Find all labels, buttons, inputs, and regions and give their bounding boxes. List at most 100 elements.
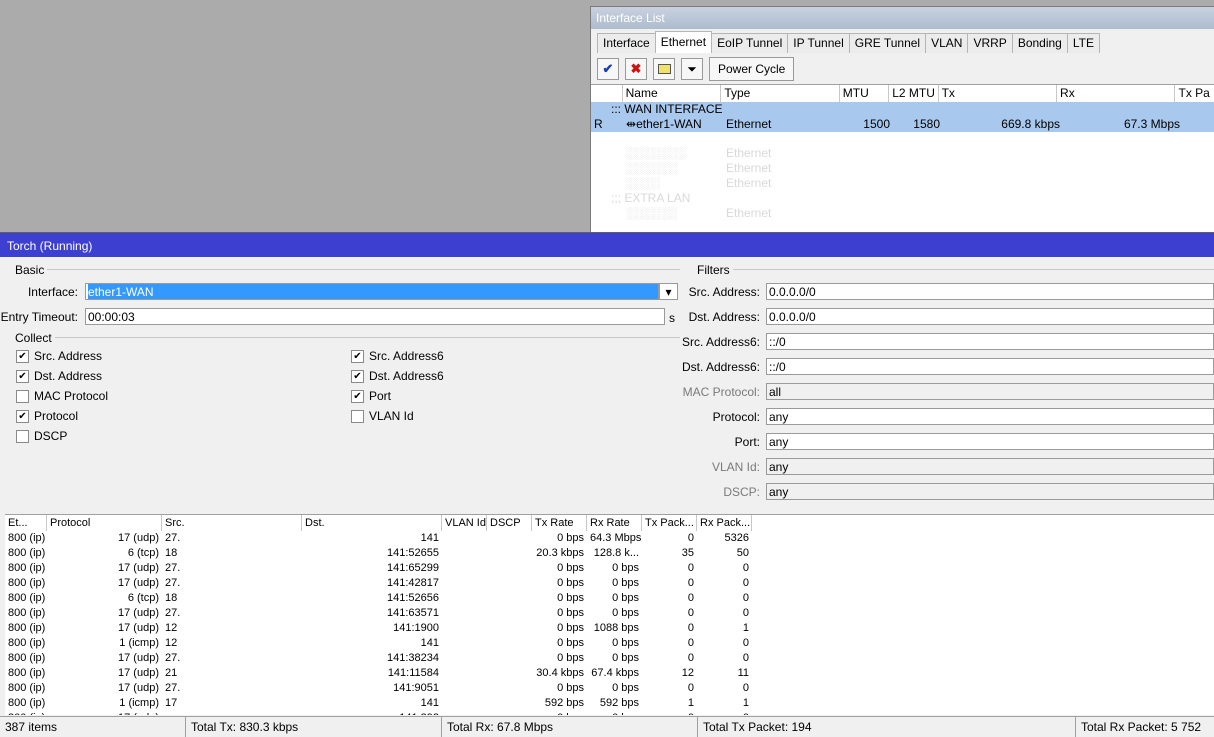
interface-select[interactable]: ether1-WAN [85,283,659,300]
col-l2mtu[interactable]: L2 MTU [889,85,939,102]
table-cell: 27. [165,532,181,544]
tab-ip-tunnel[interactable]: IP Tunnel [787,33,850,53]
table-row[interactable]: 800 (ip)17 (udp)141:3920 bps0 bps00 [5,711,1214,715]
table-row[interactable]: 800 (ip) 17 (udp) 21 141:11584 30.4 kbps 67.4… [5,666,1214,681]
col-tx[interactable]: Tx [939,85,1058,102]
table-row[interactable]: 800 (ip) 1 (icmp) 17 141 592 bps 592 bps 1 1 [5,696,1214,711]
col-type[interactable]: Type [721,85,840,102]
checkbox-mac-protocol[interactable]: MAC Protocol [16,389,108,403]
tab-ethernet[interactable]: Ethernet [654,31,713,53]
table-cell [442,591,487,606]
checkbox-empty-icon[interactable] [351,409,364,423]
enable-button[interactable]: ✔ [597,58,619,80]
col-vlan-id[interactable]: VLAN Id [442,515,487,531]
table-cell [162,711,302,715]
table-row[interactable]: 800 (ip) 17 (udp) 27. 141 0 bps 64.3 Mbps 0 532… [5,531,1214,546]
interface-row-blurred[interactable]: ░░░░░░░ Ethernet [591,146,1214,161]
col-tx-packets[interactable]: Tx Pa [1175,85,1214,102]
col-rx-rate[interactable]: Rx Rate [587,515,642,531]
checkmark-icon[interactable]: ✔ [16,369,29,383]
table-row[interactable]: 800 (ip) 17 (udp) 12 141:1900 0 bps 1088 bps 0… [5,621,1214,636]
entry-timeout-unit: s [669,311,675,325]
col-name[interactable]: Name [623,85,722,102]
table-cell: 0 [742,577,749,589]
table-cell [442,561,487,576]
comment-button[interactable] [653,58,675,80]
checkbox-dscp[interactable]: DSCP [16,429,67,443]
interface-row-blurred[interactable]: ░░░░░░ Ethernet [591,206,1214,221]
table-row[interactable]: 800 (ip) 6 (tcp) 18 141:52655 20.3 kbps 128.8… [5,546,1214,561]
tab-interface[interactable]: Interface [597,33,656,53]
checkmark-icon[interactable]: ✔ [351,349,364,363]
checkbox-protocol[interactable]: ✔ Protocol [16,409,78,423]
col-src[interactable]: Src. [162,515,302,531]
row-rx: 67.3 Mbps [1123,117,1180,131]
table-row[interactable]: 800 (ip) 17 (udp) 27. 141:65299 0 bps 0 bps 0 0 [5,561,1214,576]
col-tx-rate[interactable]: Tx Rate [532,515,587,531]
dropdown-arrow-button[interactable]: ▾ [659,283,678,300]
filter-input-src-address[interactable]: 0.0.0.0/0 [766,283,1214,300]
table-cell: 800 (ip) [8,697,46,709]
filter-input-dst-address[interactable]: 0.0.0.0/0 [766,308,1214,325]
col-mtu[interactable]: MTU [840,85,890,102]
group-label: ::: WAN INTERFACE [611,102,723,116]
filter-button[interactable]: ⏷ [681,58,703,80]
tab-gre-tunnel[interactable]: GRE Tunnel [848,33,927,53]
table-cell: 0 [687,577,694,589]
table-row[interactable]: 800 (ip) 6 (tcp) 18 141:52656 0 bps 0 bps 0 0 [5,591,1214,606]
tab-bonding[interactable]: Bonding [1011,33,1068,53]
col-tx-packets[interactable]: Tx Pack... [642,515,697,531]
table-row[interactable]: 800 (ip) 17 (udp) 27. 141:63571 0 bps 0 bps 0 0 [5,606,1214,621]
disable-button[interactable]: ✖ [625,58,647,80]
checkbox-port[interactable]: ✔ Port [351,389,391,403]
tab-lte[interactable]: LTE [1066,33,1100,53]
checkmark-icon[interactable]: ✔ [16,349,29,363]
col-flag[interactable] [591,85,623,102]
table-row[interactable]: 800 (ip) 17 (udp) 27. 141:38234 0 bps 0 bps 0 0 [5,651,1214,666]
filter-input-dst-address6[interactable]: ::/0 [766,358,1214,375]
checkbox-dst-address6[interactable]: ✔ Dst. Address6 [351,369,444,383]
col-rx-packets[interactable]: Rx Pack... [697,515,752,531]
checkmark-icon[interactable]: ✔ [16,409,29,423]
table-cell [442,681,487,696]
checkbox-vlan-id[interactable]: VLAN Id [351,409,414,423]
col-ethertype[interactable]: Et... [5,515,47,531]
filter-input-src-address6[interactable]: ::/0 [766,333,1214,350]
col-rx[interactable]: Rx [1057,85,1176,102]
filter-input-dscp[interactable]: any [766,483,1214,500]
checkbox-empty-icon[interactable] [16,389,29,403]
entry-timeout-input[interactable]: 00:00:03 [85,308,665,325]
checkbox-label: Src. Address [34,349,103,363]
interface-row-blurred[interactable]: ░░░░░░ Ethernet [591,161,1214,176]
interface-row-selected[interactable]: R ⇹ether1-WAN Ethernet 1500 1580 669.8 k… [591,117,1214,132]
checkbox-empty-icon[interactable] [16,429,29,443]
table-cell [487,576,532,591]
checkbox-src-address[interactable]: ✔ Src. Address [16,349,102,363]
table-cell: 17 (udp) [118,577,159,589]
col-dscp[interactable]: DSCP [487,515,532,531]
filter-input-port[interactable]: any [766,433,1214,450]
col-protocol[interactable]: Protocol [47,515,162,531]
interface-row-blurred[interactable]: ░░░░ Ethernet [591,176,1214,191]
table-row[interactable]: 800 (ip) 17 (udp) 27. 141:9051 0 bps 0 bps 0 0 [5,681,1214,696]
checkbox-src-address6[interactable]: ✔ Src. Address6 [351,349,444,363]
table-cell: 800 (ip) [8,682,46,694]
col-dst[interactable]: Dst. [302,515,442,531]
tab-eoip-tunnel[interactable]: EoIP Tunnel [711,33,789,53]
filter-input-vlan-id[interactable]: any [766,458,1214,475]
filter-input-mac-protocol[interactable]: all [766,383,1214,400]
power-cycle-button[interactable]: Power Cycle [709,57,795,81]
checkmark-icon[interactable]: ✔ [351,389,364,403]
table-cell: 0 bps [557,622,584,634]
table-cell [487,531,532,546]
table-row[interactable]: 800 (ip) 1 (icmp) 12 141 0 bps 0 bps 0 0 [5,636,1214,651]
interface-grid-header: Name Type MTU L2 MTU Tx Rx Tx Pa [591,84,1214,103]
tab-vrrp[interactable]: VRRP [967,33,1013,53]
checkmark-icon[interactable]: ✔ [351,369,364,383]
table-cell: 128.8 k... [593,547,639,559]
table-row[interactable]: 800 (ip) 17 (udp) 27. 141:42817 0 bps 0 bps 0 0 [5,576,1214,591]
filter-input-protocol[interactable]: any [766,408,1214,425]
tab-vlan[interactable]: VLAN [925,33,969,53]
table-cell: 27. [165,607,181,619]
checkbox-dst-address[interactable]: ✔ Dst. Address [16,369,102,383]
